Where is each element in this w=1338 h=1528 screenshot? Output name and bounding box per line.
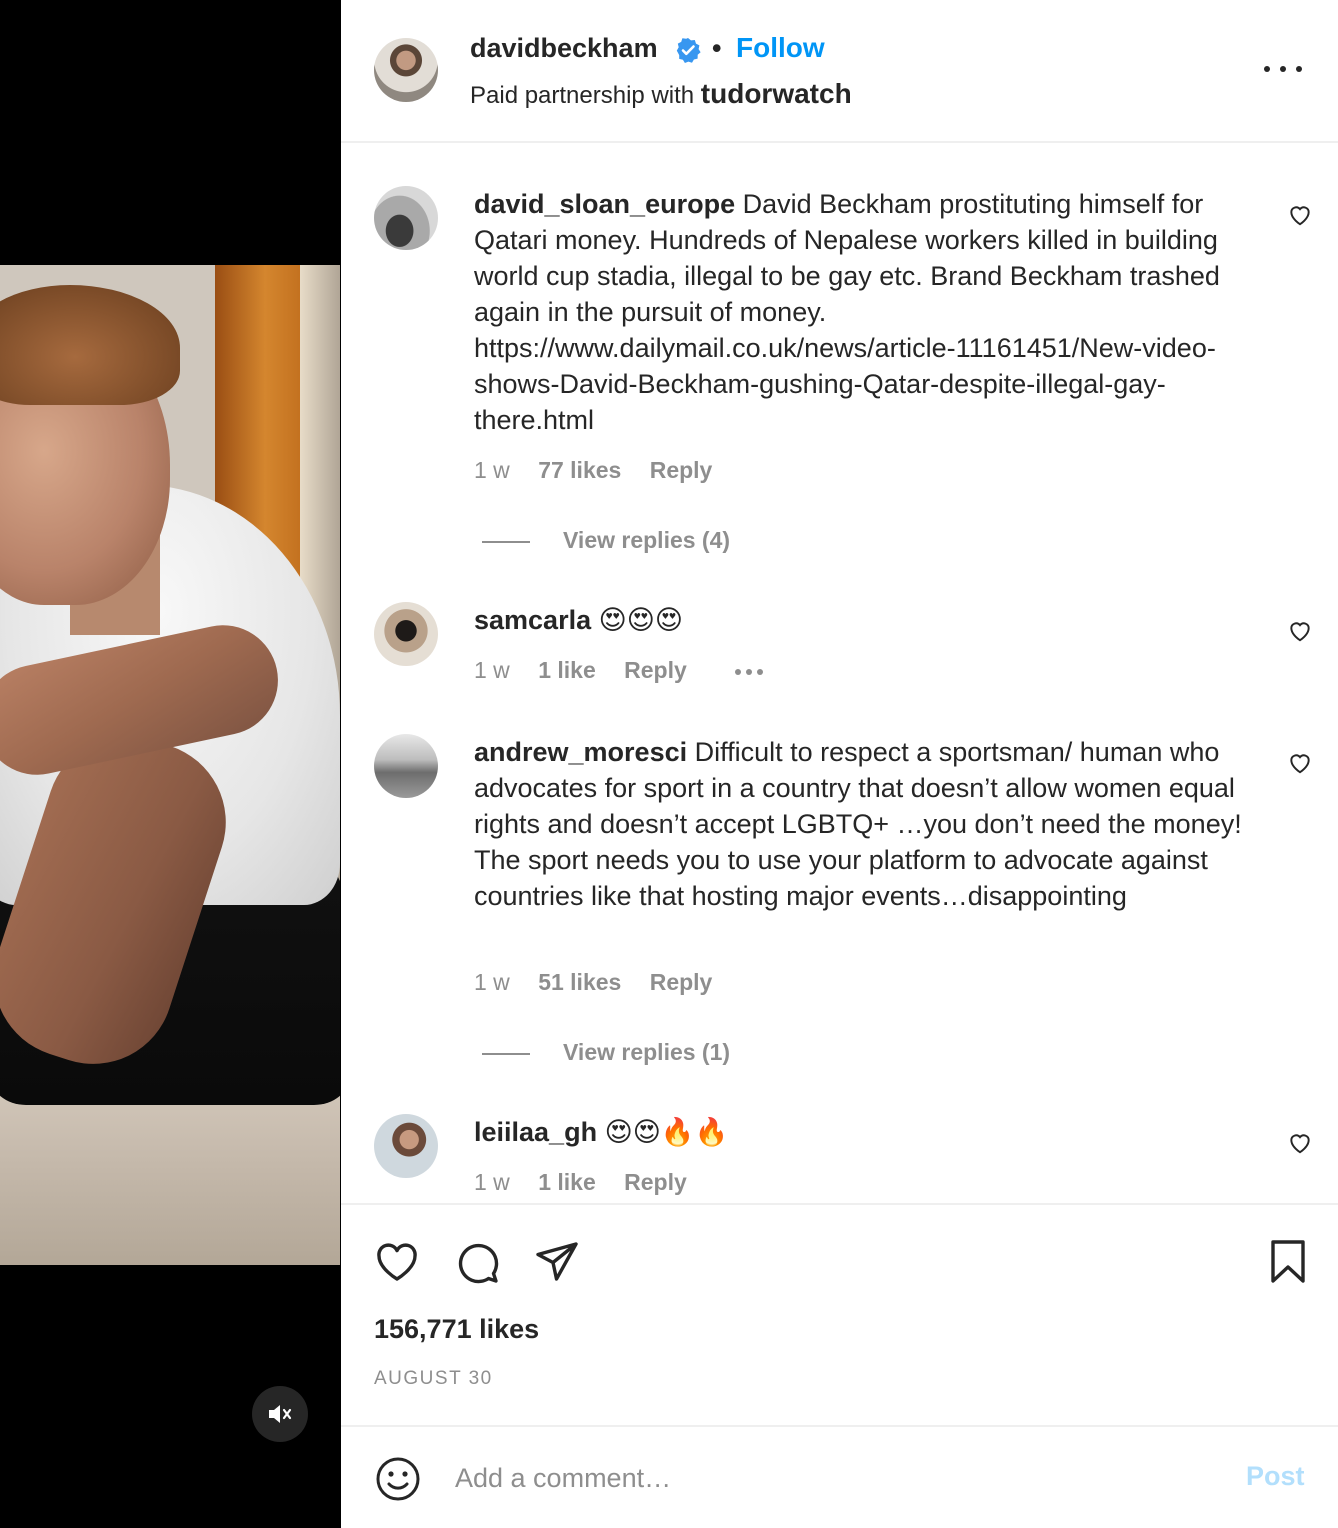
comment-body: leiilaa_gh 😍😍🔥🔥	[474, 1114, 1264, 1150]
comment-reply-button[interactable]: Reply	[624, 1169, 687, 1195]
mute-button[interactable]	[252, 1386, 308, 1442]
comment-text: 😍😍🔥🔥	[604, 1117, 729, 1147]
comment-meta: 1 w 77 likes Reply	[474, 457, 734, 484]
post-details-panel: davidbeckham • Follow Paid partnership w…	[341, 0, 1338, 1528]
comment-username[interactable]: samcarla	[474, 605, 591, 635]
verified-badge-icon	[676, 38, 701, 63]
commenter-avatar[interactable]	[374, 734, 438, 798]
view-replies-label: View replies (4)	[563, 527, 731, 553]
author-username[interactable]: davidbeckham	[470, 33, 658, 64]
comments-list[interactable]: david_sloan_europe David Beckham prostit…	[341, 143, 1338, 1203]
comment-username[interactable]: david_sloan_europe	[474, 189, 735, 219]
comment-likes[interactable]: 1 like	[538, 1169, 596, 1195]
post-photo[interactable]	[0, 265, 340, 1265]
comment-username[interactable]: andrew_moresci	[474, 737, 687, 767]
post-actions: 156,771 likes AUGUST 30	[341, 1203, 1338, 1425]
paper-plane-icon[interactable]	[533, 1238, 581, 1286]
comment-like-heart-icon[interactable]	[1287, 750, 1313, 776]
comment-like-heart-icon[interactable]	[1287, 1130, 1313, 1156]
post-date: AUGUST 30	[374, 1368, 493, 1389]
author-avatar[interactable]	[374, 38, 438, 102]
header-separator: •	[712, 33, 722, 63]
commenter-avatar[interactable]	[374, 602, 438, 666]
comment-reply-button[interactable]: Reply	[624, 657, 687, 683]
comment-time: 1 w	[474, 657, 510, 683]
partner-username[interactable]: tudorwatch	[701, 78, 852, 109]
comment-input[interactable]	[453, 1454, 1217, 1502]
replies-divider	[482, 1052, 530, 1055]
bookmark-icon[interactable]	[1264, 1238, 1312, 1286]
comment-username[interactable]: leiilaa_gh	[474, 1117, 597, 1147]
comment-text: David Beckham prostituting himself for Q…	[474, 189, 1220, 435]
post-like-count[interactable]: 156,771 likes	[374, 1314, 539, 1345]
heart-icon[interactable]	[373, 1238, 421, 1286]
view-replies-button[interactable]: View replies (4)	[482, 527, 730, 554]
comment-body: david_sloan_europe David Beckham prostit…	[474, 186, 1264, 438]
post-header: davidbeckham • Follow Paid partnership w…	[341, 0, 1338, 143]
view-replies-label: View replies (1)	[563, 1039, 731, 1065]
partnership-prefix: Paid partnership with	[470, 82, 695, 109]
comment-likes[interactable]: 77 likes	[538, 457, 621, 483]
comment-time: 1 w	[474, 457, 510, 483]
post-comment-button[interactable]: Post	[1246, 1461, 1305, 1492]
muted-speaker-icon	[269, 1405, 292, 1423]
replies-divider	[482, 540, 530, 543]
comment-like-heart-icon[interactable]	[1287, 618, 1313, 644]
comment-body: samcarla 😍😍😍	[474, 602, 1264, 638]
commenter-avatar[interactable]	[374, 186, 438, 250]
comment-meta: 1 w 1 like Reply	[474, 657, 785, 684]
comment-meta: 1 w 1 like Reply	[474, 1169, 709, 1196]
comment-options-icon[interactable]	[735, 668, 764, 675]
comment-composer: Post	[341, 1425, 1338, 1528]
more-options-icon[interactable]	[1264, 56, 1302, 82]
comment-likes[interactable]: 51 likes	[538, 969, 621, 995]
emoji-icon[interactable]	[374, 1455, 422, 1503]
comment-like-heart-icon[interactable]	[1287, 202, 1313, 228]
comment-likes[interactable]: 1 like	[538, 657, 596, 683]
comment-meta: 1 w 51 likes Reply	[474, 969, 734, 996]
comment-text: 😍😍😍	[598, 605, 684, 635]
comment-reply-button[interactable]: Reply	[650, 969, 713, 995]
comment-time: 1 w	[474, 1169, 510, 1195]
commenter-avatar[interactable]	[374, 1114, 438, 1178]
comment-bubble-icon[interactable]	[453, 1238, 501, 1286]
comment-time: 1 w	[474, 969, 510, 995]
comment-body: andrew_moresci Difficult to respect a sp…	[474, 734, 1264, 914]
photo-figure-hair	[0, 285, 180, 405]
comment-reply-button[interactable]: Reply	[650, 457, 713, 483]
paid-partnership-label: Paid partnership with tudorwatch	[470, 78, 852, 110]
post-media[interactable]	[0, 0, 340, 1528]
follow-button[interactable]: Follow	[736, 32, 825, 64]
view-replies-button[interactable]: View replies (1)	[482, 1039, 730, 1066]
